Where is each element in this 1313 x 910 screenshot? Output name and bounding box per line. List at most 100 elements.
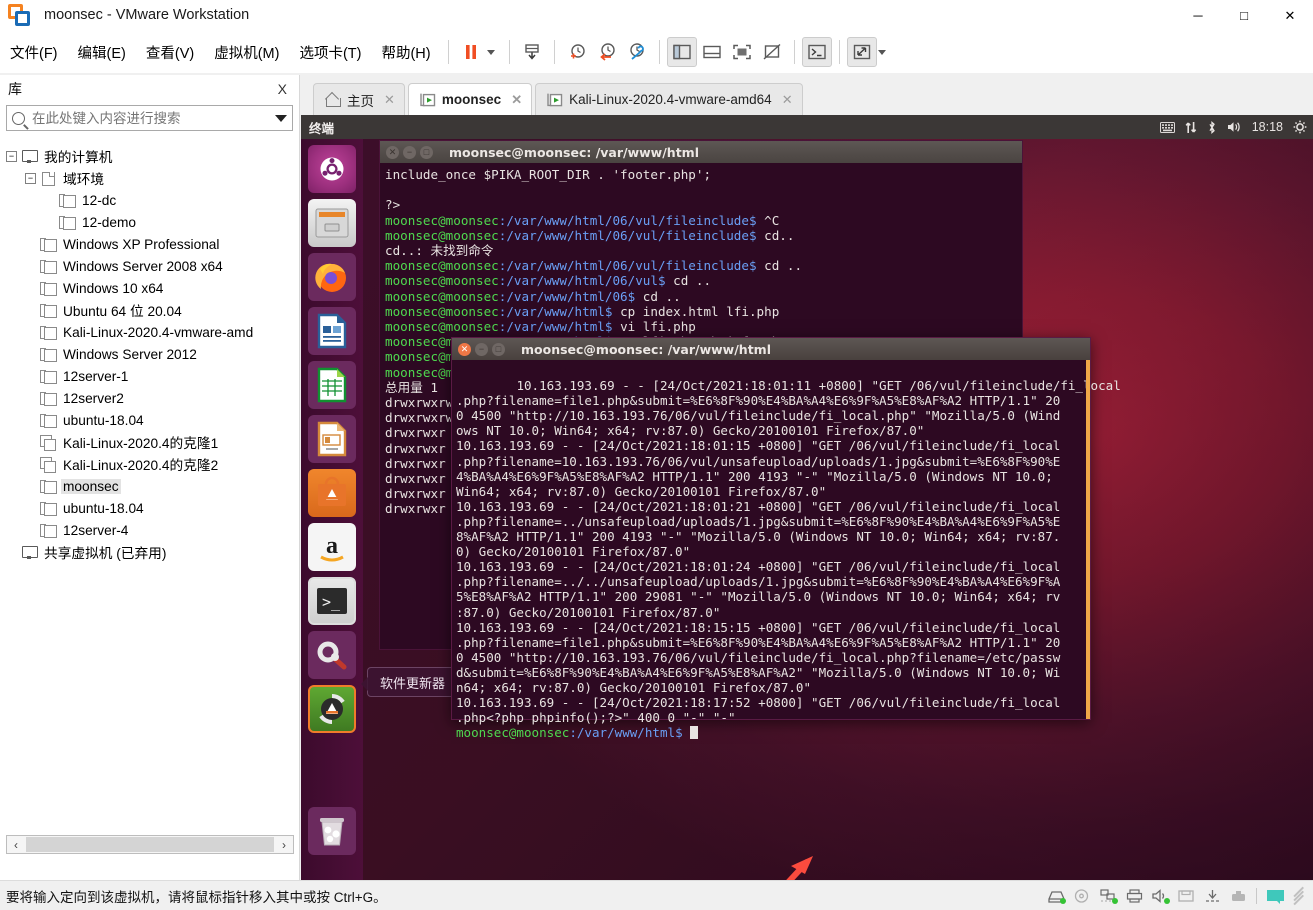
status-message-icon[interactable] [1266, 889, 1284, 904]
tree-item-domain-env[interactable]: − 域环境 [0, 167, 299, 189]
guest-clock[interactable]: 18:18 [1252, 120, 1283, 134]
scrollbar-thumb[interactable] [26, 837, 274, 852]
foreground-terminal-titlebar[interactable]: ✕ − □ moonsec@moonsec: /var/www/html [452, 338, 1090, 360]
tab-close-icon[interactable]: ✕ [511, 92, 522, 108]
bluetooth-icon[interactable] [1207, 120, 1217, 134]
status-download-icon[interactable] [1204, 889, 1221, 903]
show-library-button[interactable] [666, 37, 697, 67]
tree-item-12server-1[interactable]: 12server-1 [0, 365, 299, 387]
tree-item-win10[interactable]: Windows 10 x64 [0, 277, 299, 299]
menu-file[interactable]: 文件(F) [0, 38, 68, 67]
terminal-maximize-button[interactable]: □ [492, 342, 505, 356]
tree-item-12server-4[interactable]: 12server-4 [0, 519, 299, 541]
terminal-maximize-button[interactable]: □ [420, 145, 433, 159]
tree-item-kali[interactable]: Kali-Linux-2020.4-vmware-amd [0, 321, 299, 343]
tree-item-moonsec[interactable]: moonsec [0, 475, 299, 497]
status-message: 要将输入定向到该虚拟机，请将鼠标指针移入其中或按 Ctrl+G。 [6, 889, 387, 905]
tree-item-shared-vms[interactable]: 共享虚拟机 (已弃用) [0, 541, 299, 563]
power-dropdown[interactable] [486, 37, 502, 67]
terminal-close-button[interactable]: ✕ [386, 145, 399, 159]
snapshot-manager-button[interactable] [622, 37, 652, 67]
tree-item-ubuntu1804-b[interactable]: ubuntu-18.04 [0, 497, 299, 519]
launcher-files[interactable] [308, 199, 356, 247]
launcher-libreoffice-calc[interactable] [308, 361, 356, 409]
status-usb-icon[interactable] [1230, 889, 1247, 903]
menu-view[interactable]: 查看(V) [136, 38, 204, 67]
tab-moonsec[interactable]: moonsec ✕ [407, 83, 533, 115]
launcher-ubuntu-software[interactable] [308, 469, 356, 517]
network-icon[interactable] [1185, 121, 1197, 134]
search-input[interactable] [32, 110, 271, 126]
launcher-libreoffice-writer[interactable] [308, 307, 356, 355]
menu-vm[interactable]: 虚拟机(M) [204, 38, 289, 67]
revert-snapshot-button[interactable] [592, 37, 622, 67]
status-sound-icon[interactable] [1152, 888, 1170, 904]
launcher-terminal[interactable]: >_ [308, 577, 356, 625]
tree-item-12-demo[interactable]: 12-demo [0, 211, 299, 233]
menu-edit[interactable]: 编辑(E) [68, 38, 136, 67]
tree-item-kali-clone1[interactable]: Kali-Linux-2020.4的克隆1 [0, 431, 299, 453]
tree-item-ubuntu2004[interactable]: Ubuntu 64 位 20.04 [0, 299, 299, 321]
menu-tabs[interactable]: 选项卡(T) [289, 38, 371, 67]
stretch-button[interactable] [846, 37, 877, 67]
terminal-minimize-button[interactable]: − [475, 342, 488, 356]
scroll-left-arrow[interactable]: ‹ [7, 838, 25, 852]
launcher-amazon[interactable]: a [308, 523, 356, 571]
foreground-terminal-window[interactable]: ✕ − □ moonsec@moonsec: /var/www/html 10.… [451, 337, 1121, 740]
tree-expander-icon[interactable]: − [6, 150, 17, 162]
library-close-button[interactable]: X [274, 81, 291, 97]
suspend-button[interactable] [456, 37, 486, 67]
launcher-firefox[interactable] [308, 253, 356, 301]
status-printer-icon[interactable] [1126, 888, 1143, 903]
launcher-system-settings[interactable] [308, 631, 356, 679]
terminal-close-button[interactable]: ✕ [458, 342, 471, 356]
library-horizontal-scrollbar[interactable]: ‹ › [6, 835, 294, 854]
tree-expander-icon[interactable]: − [25, 172, 36, 184]
vm-icon [40, 347, 57, 362]
tree-item-win2008[interactable]: Windows Server 2008 x64 [0, 255, 299, 277]
unity-button[interactable] [757, 37, 787, 67]
terminal-scrollbar[interactable] [1086, 360, 1090, 719]
minimize-button[interactable]: ─ [1175, 0, 1221, 31]
take-snapshot-button[interactable] [562, 37, 592, 67]
status-cdrom-icon[interactable] [1074, 888, 1091, 903]
tree-item-label: Windows Server 2012 [63, 346, 197, 362]
tree-item-win2012[interactable]: Windows Server 2012 [0, 343, 299, 365]
console-button[interactable] [801, 37, 832, 67]
status-floppy-icon[interactable] [1178, 889, 1195, 903]
status-network-icon[interactable] [1100, 888, 1118, 904]
fullscreen-button[interactable] [727, 37, 757, 67]
library-search-box[interactable] [6, 105, 293, 131]
tree-item-12-dc[interactable]: 12-dc [0, 189, 299, 211]
tab-close-icon[interactable]: ✕ [384, 92, 395, 108]
background-terminal-titlebar[interactable]: ✕ − □ moonsec@moonsec: /var/www/html [380, 141, 1022, 163]
maximize-button[interactable]: □ [1221, 0, 1267, 31]
tree-item-winxp[interactable]: Windows XP Professional [0, 233, 299, 255]
tree-item-my-computer[interactable]: − 我的计算机 [0, 145, 299, 167]
vm-console-screen[interactable]: 终端 18:18 a >_ 软件更新器 ✕ − □ moonsec@moonse… [301, 115, 1313, 880]
menu-help[interactable]: 帮助(H) [371, 38, 440, 67]
volume-icon[interactable] [1227, 121, 1242, 133]
launcher-software-updater[interactable] [308, 685, 356, 733]
close-button[interactable]: ✕ [1267, 0, 1313, 31]
launcher-trash[interactable] [308, 807, 356, 855]
tree-item-ubuntu1804-a[interactable]: ubuntu-18.04 [0, 409, 299, 431]
tree-item-kali-clone2[interactable]: Kali-Linux-2020.4的克隆2 [0, 453, 299, 475]
keyboard-layout-icon[interactable] [1159, 121, 1175, 133]
session-gear-icon[interactable] [1293, 120, 1307, 134]
manage-snapshot-button[interactable] [517, 37, 547, 67]
terminal-prompt-user: moonsec@moonsec [385, 319, 499, 335]
chevron-down-icon[interactable] [275, 114, 287, 122]
terminal-minimize-button[interactable]: − [403, 145, 416, 159]
tab-kali[interactable]: Kali-Linux-2020.4-vmware-amd64 ✕ [535, 83, 803, 115]
show-thumbnail-button[interactable] [697, 37, 727, 67]
stretch-dropdown[interactable] [877, 37, 893, 67]
resize-grip[interactable] [1292, 886, 1305, 905]
tab-close-icon[interactable]: ✕ [782, 92, 793, 108]
tree-item-12server2[interactable]: 12server2 [0, 387, 299, 409]
scroll-right-arrow[interactable]: › [275, 838, 293, 852]
tab-home[interactable]: 主页 ✕ [313, 83, 405, 115]
launcher-ubuntu-dash[interactable] [308, 145, 356, 193]
launcher-libreoffice-impress[interactable] [308, 415, 356, 463]
status-harddisk-icon[interactable] [1048, 889, 1066, 904]
